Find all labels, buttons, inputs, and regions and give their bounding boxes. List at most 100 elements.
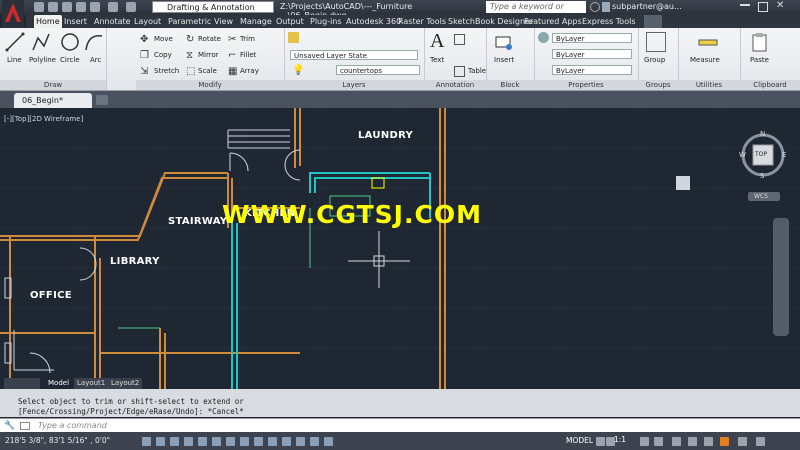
ducs-icon[interactable]	[254, 437, 263, 446]
tab-insert[interactable]: Insert	[62, 15, 89, 28]
lightbulb-icon[interactable]: 💡	[292, 65, 304, 76]
tab-annotate[interactable]: Annotate	[92, 15, 133, 28]
mirror-icon[interactable]: ⧖	[186, 50, 197, 61]
groups-panel-title[interactable]: Groups	[638, 80, 678, 90]
arc-icon[interactable]	[84, 32, 104, 52]
insert-block-icon[interactable]	[494, 32, 514, 52]
layers-panel-title[interactable]: Layers	[284, 80, 424, 90]
modify-panel-title[interactable]: Modify	[136, 80, 284, 90]
group-button[interactable]: Group	[644, 56, 665, 64]
workspace-dropdown[interactable]: Drafting & Annotation	[152, 1, 274, 13]
utilities-panel-title[interactable]: Utilities	[678, 80, 740, 90]
wrench-icon[interactable]: 🔧	[4, 421, 15, 431]
grid-icon[interactable]	[170, 437, 179, 446]
tab-output[interactable]: Output	[274, 15, 306, 28]
color-dropdown[interactable]: ByLayer	[552, 33, 632, 43]
plot-icon[interactable]	[90, 2, 100, 12]
user-account[interactable]: subpartner@au...	[612, 2, 682, 11]
measure-icon[interactable]	[698, 32, 718, 52]
annotation-scale[interactable]: 1:1	[614, 435, 626, 444]
application-menu-button[interactable]	[2, 0, 24, 28]
otrack-icon[interactable]	[240, 437, 249, 446]
auto-scale-icon[interactable]	[654, 437, 663, 446]
trim-icon[interactable]: ✂	[228, 34, 239, 45]
file-tab[interactable]: 06_Begin*	[14, 93, 92, 108]
stretch-icon[interactable]: ⇲	[140, 66, 151, 77]
viewcube-south[interactable]: S	[760, 172, 764, 180]
close-icon[interactable]: ✕	[776, 0, 784, 11]
line-icon[interactable]	[5, 32, 25, 52]
match-properties-icon[interactable]	[538, 32, 549, 43]
tab-parametric[interactable]: Parametric	[166, 15, 213, 28]
polar-icon[interactable]	[198, 437, 207, 446]
save-icon[interactable]	[62, 2, 72, 12]
trim-button[interactable]: Trim	[240, 35, 255, 43]
tab-autodesk-360[interactable]: Autodesk 360	[344, 15, 403, 28]
move-icon[interactable]: ✥	[140, 34, 151, 45]
lineweight-icon[interactable]	[282, 437, 291, 446]
dimension-icon[interactable]	[454, 34, 465, 45]
text-icon[interactable]: A	[430, 30, 444, 53]
quick-view-layouts-icon[interactable]	[596, 437, 605, 446]
navigation-bar[interactable]	[773, 218, 789, 336]
tab-express-tools[interactable]: Express Tools	[580, 15, 638, 28]
block-panel-title[interactable]: Block	[486, 80, 534, 90]
command-input-bar[interactable]: 🔧 Type a command	[0, 418, 800, 433]
current-layer-dropdown[interactable]: countertops	[336, 65, 420, 75]
fillet-icon[interactable]: ⌐	[228, 50, 239, 61]
snap-icon[interactable]	[156, 437, 165, 446]
tab-layout[interactable]: Layout	[132, 15, 163, 28]
search-icon[interactable]	[590, 2, 600, 12]
clipboard-panel-title[interactable]: Clipboard	[740, 80, 800, 90]
model-space-button[interactable]: MODEL	[566, 435, 593, 447]
group-icon[interactable]	[646, 32, 666, 52]
insert-button[interactable]: Insert	[494, 56, 514, 64]
search-input[interactable]: Type a keyword or phrase	[486, 1, 586, 23]
layer-properties-icon[interactable]	[288, 32, 299, 43]
draw-panel-title[interactable]: Draw	[0, 80, 106, 90]
ortho-icon[interactable]	[184, 437, 193, 446]
mirror-button[interactable]: Mirror	[198, 51, 219, 59]
viewcube-top[interactable]: TOP	[755, 151, 767, 158]
scale-button[interactable]: Scale	[198, 67, 217, 75]
layer-state-dropdown[interactable]: Unsaved Layer State	[290, 50, 418, 60]
properties-panel-title[interactable]: Properties	[534, 80, 638, 90]
fillet-button[interactable]: Fillet	[240, 51, 256, 59]
viewcube-east[interactable]: E	[782, 151, 786, 159]
move-button[interactable]: Move	[154, 35, 173, 43]
transparency-icon[interactable]	[296, 437, 305, 446]
tab-raster-tools[interactable]: Raster Tools	[396, 15, 448, 28]
command-input[interactable]: Type a command	[38, 421, 107, 430]
layout-nav-arrows[interactable]	[4, 378, 40, 389]
tab-home[interactable]: Home	[34, 15, 62, 28]
workspace-switching-icon[interactable]	[672, 437, 681, 446]
scale-icon[interactable]: ⬚	[186, 66, 197, 77]
new-tab-icon[interactable]	[96, 95, 108, 105]
save-as-icon[interactable]	[76, 2, 86, 12]
tab-layout2[interactable]: Layout2	[108, 378, 143, 389]
tab-manage[interactable]: Manage	[238, 15, 274, 28]
array-button[interactable]: Array	[240, 67, 259, 75]
annotation-panel-title[interactable]: Annotation	[424, 80, 486, 90]
drawing-canvas[interactable]: [-][Top][2D Wireframe] LAUNDRY STAIRWAY …	[0, 108, 800, 389]
tab-model[interactable]: Model	[45, 378, 73, 389]
table-icon[interactable]	[454, 66, 465, 77]
minimize-icon[interactable]	[740, 4, 750, 6]
annotation-visibility-icon[interactable]	[640, 437, 649, 446]
circle-icon[interactable]	[60, 32, 80, 52]
undo-icon[interactable]	[108, 2, 118, 12]
lineweight-dropdown[interactable]: ByLayer	[552, 49, 632, 59]
isolate-objects-icon[interactable]	[720, 437, 729, 446]
ribbon-toggle-icon[interactable]	[644, 15, 662, 28]
table-button[interactable]: Table	[468, 67, 486, 75]
polyline-icon[interactable]	[31, 32, 51, 52]
open-icon[interactable]	[48, 2, 58, 12]
viewcube-west[interactable]: W	[739, 151, 746, 159]
copy-icon[interactable]: ❐	[140, 50, 151, 61]
quick-properties-icon[interactable]	[310, 437, 319, 446]
new-icon[interactable]	[34, 2, 44, 12]
paste-icon[interactable]	[750, 32, 770, 52]
3d-osnap-icon[interactable]	[226, 437, 235, 446]
arc-label[interactable]: Arc	[90, 56, 101, 64]
customization-icon[interactable]	[756, 437, 765, 446]
